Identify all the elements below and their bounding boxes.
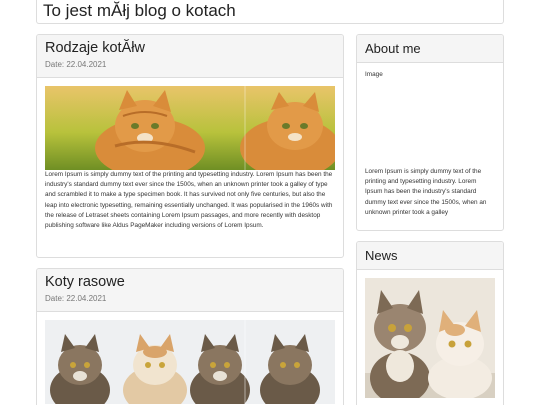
about-image-placeholder: Image	[365, 71, 383, 78]
about-title: About me	[365, 41, 421, 56]
about-header: About me	[357, 35, 503, 63]
about-body: Image Lorem Ipsum is simply dummy text o…	[357, 63, 503, 226]
page-header: To jest mĂłj blog o kotach	[36, 0, 504, 24]
post-title[interactable]: Koty rasowe	[45, 273, 335, 291]
post-header: Rodzaje kotĂłw Date: 22.04.2021	[37, 35, 343, 78]
about-text: Lorem Ipsum is simply dummy text of the …	[365, 168, 487, 216]
post-date: Date: 22.04.2021	[45, 294, 107, 303]
news-body	[357, 270, 503, 405]
news-header: News	[357, 242, 503, 270]
news-image-kittens[interactable]	[365, 278, 495, 398]
post-card: Rodzaje kotĂłw Date: 22.04.2021 Lorem Ip…	[36, 34, 344, 258]
post-text: Lorem Ipsum is simply dummy text of the …	[45, 171, 333, 230]
post-body	[37, 312, 343, 405]
news-title: News	[365, 248, 398, 263]
post-image-orange-cat	[45, 86, 335, 170]
post-card: Koty rasowe Date: 22.04.2021	[36, 268, 344, 405]
news-panel: News	[356, 241, 504, 405]
blog-title: To jest mĂłj blog o kotach	[43, 1, 236, 20]
about-panel: About me Image Lorem Ipsum is simply dum…	[356, 34, 504, 231]
post-title[interactable]: Rodzaje kotĂłw	[45, 39, 335, 57]
post-header: Koty rasowe Date: 22.04.2021	[37, 269, 343, 312]
post-image-maine-coons	[45, 320, 335, 404]
post-date: Date: 22.04.2021	[45, 60, 107, 69]
post-body: Lorem Ipsum is simply dummy text of the …	[37, 78, 343, 239]
